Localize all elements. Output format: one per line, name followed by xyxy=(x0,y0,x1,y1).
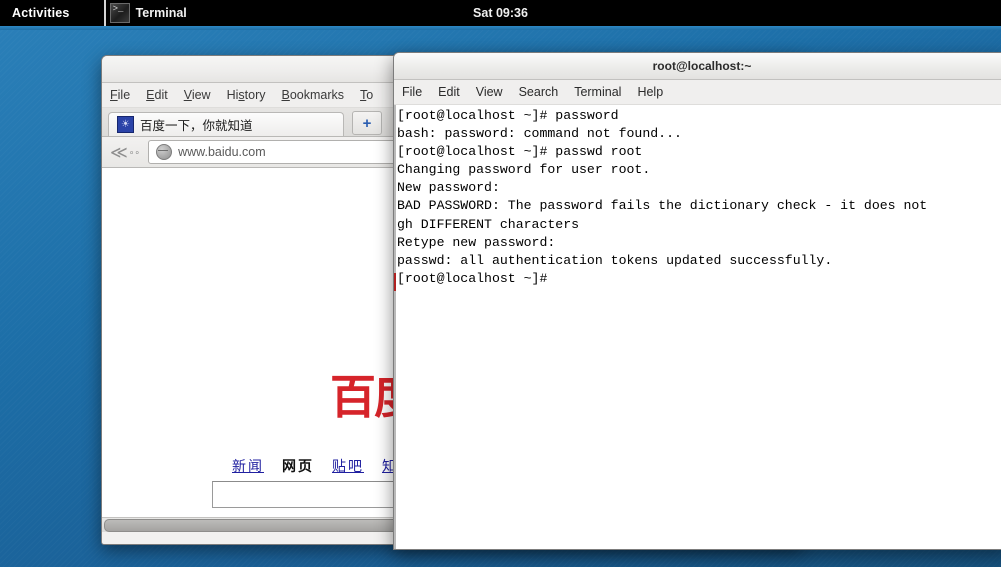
menu-history[interactable]: History xyxy=(227,88,266,102)
gnome-topbar[interactable]: Activities >_ Terminal Sat 09:36 xyxy=(0,0,1001,26)
terminal-menu-search[interactable]: Search xyxy=(519,85,559,99)
firefox-tab-baidu[interactable]: ☀ 百度一下，你就知道 xyxy=(108,112,344,136)
menu-file[interactable]: FFileile xyxy=(110,88,130,102)
baidu-nav-tieba[interactable]: 贴吧 xyxy=(332,456,364,476)
terminal-menu-file[interactable]: File xyxy=(402,85,422,99)
menu-view[interactable]: View xyxy=(184,88,211,102)
desktop-screen: 百度一下，你就知道 FFileile Edit View History Boo… xyxy=(0,0,1001,567)
terminal-menu-edit[interactable]: Edit xyxy=(438,85,460,99)
baidu-paw-icon: ☀ xyxy=(117,116,134,133)
app-menu-label: Terminal xyxy=(135,6,187,20)
terminal-left-margin xyxy=(394,105,396,549)
back-arrow-icon[interactable]: ≪ ∘∘ xyxy=(110,144,140,161)
terminal-cursor-marker xyxy=(394,273,396,291)
url-text: www.baidu.com xyxy=(178,145,266,159)
menu-edit[interactable]: Edit xyxy=(146,88,168,102)
terminal-title-text: root@localhost:~ xyxy=(652,59,752,73)
topbar-accent-line xyxy=(0,26,1001,30)
terminal-menubar[interactable]: File Edit View Search Terminal Help xyxy=(394,80,1001,105)
activities-button[interactable]: Activities xyxy=(0,0,82,26)
baidu-nav-web[interactable]: 网页 xyxy=(282,456,314,476)
baidu-nav[interactable]: 新闻 网页 贴吧 知道 xyxy=(232,456,414,476)
new-tab-button[interactable]: + xyxy=(352,111,382,135)
terminal-menu-view[interactable]: View xyxy=(476,85,503,99)
terminal-output[interactable]: [root@localhost ~]# password bash: passw… xyxy=(395,107,1001,288)
terminal-window[interactable]: root@localhost:~ File Edit View Search T… xyxy=(393,52,1001,550)
terminal-icon: >_ xyxy=(109,3,130,23)
terminal-menu-terminal[interactable]: Terminal xyxy=(574,85,621,99)
firefox-tab-label: 百度一下，你就知道 xyxy=(140,119,253,133)
terminal-menu-help[interactable]: Help xyxy=(637,85,663,99)
globe-icon xyxy=(156,144,173,160)
menu-bookmarks[interactable]: Bookmarks xyxy=(282,88,345,102)
terminal-screen[interactable]: [root@localhost ~]# password bash: passw… xyxy=(394,105,1001,549)
menu-tools[interactable]: To xyxy=(360,88,373,102)
app-menu-button[interactable]: >_ Terminal xyxy=(103,0,197,26)
baidu-nav-news[interactable]: 新闻 xyxy=(232,456,264,476)
terminal-titlebar[interactable]: root@localhost:~ xyxy=(394,53,1001,80)
